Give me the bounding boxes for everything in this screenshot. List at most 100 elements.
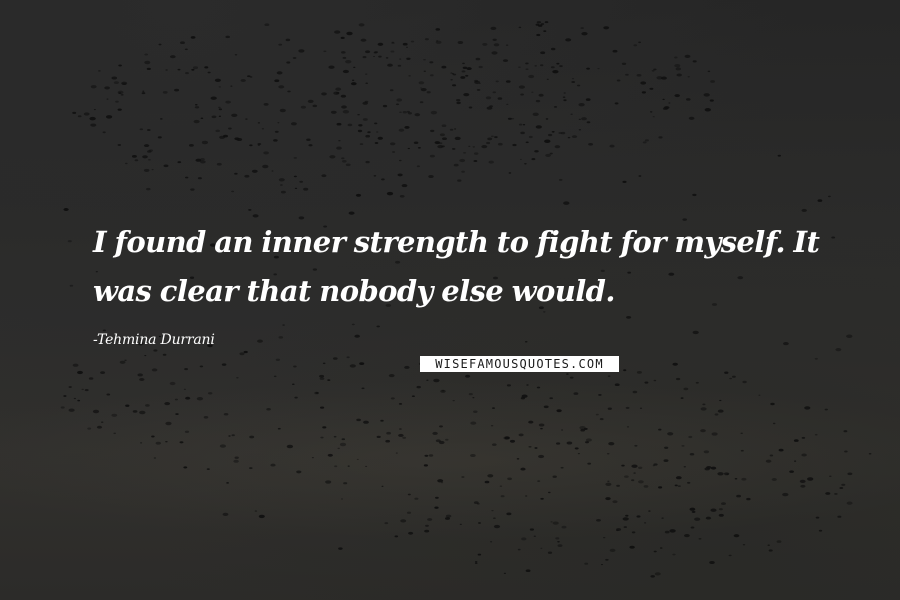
bird xyxy=(185,72,189,75)
bird xyxy=(184,48,188,51)
bird xyxy=(578,118,581,120)
bird xyxy=(234,456,239,459)
bird xyxy=(341,160,347,163)
bird xyxy=(668,102,671,104)
bird xyxy=(687,76,690,78)
bird xyxy=(652,465,655,467)
bird xyxy=(200,117,204,119)
bird xyxy=(841,483,846,486)
bird xyxy=(273,139,278,142)
bird xyxy=(433,378,440,383)
bird xyxy=(251,169,258,173)
bird xyxy=(521,537,527,541)
bird xyxy=(656,76,663,80)
bird xyxy=(169,55,176,59)
bird xyxy=(373,55,375,58)
bird xyxy=(815,516,820,519)
bird xyxy=(461,70,466,73)
bird xyxy=(642,141,647,144)
bird xyxy=(485,96,492,100)
bird xyxy=(824,408,828,411)
bird xyxy=(244,174,250,178)
bird xyxy=(664,106,670,110)
bird xyxy=(529,528,535,531)
bird xyxy=(623,369,627,372)
bird xyxy=(175,413,179,416)
bird xyxy=(579,425,586,430)
bird xyxy=(636,73,642,77)
bird xyxy=(674,56,678,59)
bird xyxy=(319,377,325,380)
bird xyxy=(332,357,338,360)
bird xyxy=(843,430,848,433)
bird xyxy=(633,44,638,47)
bird xyxy=(408,75,411,77)
bird xyxy=(432,431,438,435)
bird xyxy=(532,112,539,116)
bird xyxy=(442,137,447,141)
bird xyxy=(90,123,97,127)
bird xyxy=(484,480,490,484)
bird xyxy=(257,144,261,146)
bird xyxy=(552,521,559,525)
bird xyxy=(465,74,469,77)
bird xyxy=(81,388,84,391)
bird xyxy=(437,479,444,483)
bird xyxy=(473,501,479,504)
bird xyxy=(438,440,445,445)
bird xyxy=(257,122,261,124)
bird xyxy=(566,373,569,375)
bird xyxy=(706,465,712,469)
bird xyxy=(463,92,470,97)
bird xyxy=(434,141,440,145)
bird xyxy=(818,529,823,532)
bird xyxy=(137,373,143,377)
bird xyxy=(351,79,355,81)
bird xyxy=(322,426,327,429)
bird xyxy=(257,339,263,343)
bird xyxy=(578,102,585,107)
bird xyxy=(333,435,337,438)
bird xyxy=(228,127,232,130)
bird xyxy=(278,43,283,46)
bird xyxy=(440,389,446,393)
bird xyxy=(426,379,429,381)
bird xyxy=(844,450,848,453)
bird xyxy=(491,509,494,512)
bird xyxy=(106,98,109,100)
bird xyxy=(674,64,681,68)
bird xyxy=(585,98,591,101)
bird xyxy=(525,141,529,144)
bird xyxy=(342,69,349,74)
bird xyxy=(495,80,499,83)
bird xyxy=(493,524,501,529)
bird xyxy=(692,60,697,63)
bird xyxy=(520,467,526,471)
bird xyxy=(345,59,352,64)
bird xyxy=(452,73,457,76)
bird xyxy=(435,40,442,44)
bird xyxy=(490,425,494,427)
bird xyxy=(236,137,243,142)
bird xyxy=(194,106,200,109)
bird xyxy=(518,66,521,69)
bird xyxy=(625,73,629,76)
bird xyxy=(353,66,356,69)
bird xyxy=(365,465,368,467)
bird xyxy=(336,92,340,94)
bird xyxy=(653,68,657,71)
bird xyxy=(623,526,627,529)
bird xyxy=(115,100,119,103)
bird xyxy=(667,432,674,436)
bird xyxy=(423,70,426,72)
bird xyxy=(341,51,346,54)
bird xyxy=(165,440,168,443)
bird xyxy=(612,49,618,53)
bird xyxy=(573,392,579,395)
bird xyxy=(420,87,427,92)
bird xyxy=(583,427,588,430)
bird xyxy=(552,69,559,74)
bird xyxy=(817,199,823,202)
bird xyxy=(489,105,493,108)
bird xyxy=(776,540,782,543)
